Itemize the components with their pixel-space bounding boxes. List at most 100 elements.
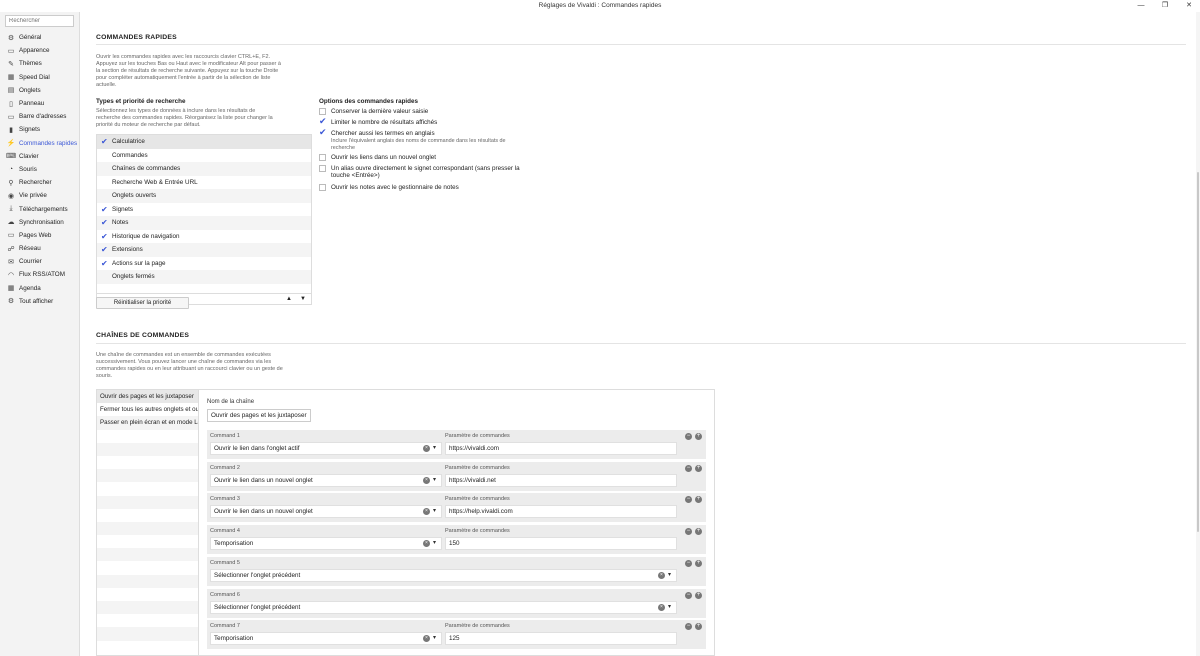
option-checkbox[interactable]: [319, 154, 326, 161]
command-select[interactable]: Ouvrir le lien dans un nouvel onglet × ▾: [210, 505, 442, 519]
sidebar-item-show-all[interactable]: ⚙ Tout afficher: [0, 295, 80, 308]
search-type-row[interactable]: Onglets fermés: [97, 270, 311, 284]
remove-command-icon[interactable]: −: [685, 623, 692, 631]
clear-icon[interactable]: ×: [423, 508, 430, 516]
add-command-icon[interactable]: +: [695, 623, 702, 631]
option-checkbox[interactable]: ✔: [319, 127, 327, 137]
checkmark-icon[interactable]: ✔: [101, 205, 108, 214]
close-button[interactable]: ✕: [1184, 1, 1194, 11]
command-chain-item[interactable]: Fermer tous les autres onglets et ouvrir: [97, 403, 198, 416]
sidebar-item-tabs[interactable]: ▤ Onglets: [0, 84, 80, 97]
command-chain-item[interactable]: Ouvrir des pages et les juxtaposer: [97, 390, 198, 404]
option-checkbox[interactable]: [319, 165, 326, 172]
checkmark-icon[interactable]: ✔: [101, 218, 108, 227]
sidebar-item-gear[interactable]: ⚙ Général: [0, 31, 80, 44]
add-command-icon[interactable]: +: [695, 591, 702, 599]
sidebar-item-speed-dial[interactable]: ▦ Speed Dial: [0, 71, 80, 84]
remove-command-icon[interactable]: −: [685, 433, 692, 440]
remove-command-icon[interactable]: −: [685, 528, 692, 536]
chevron-down-icon[interactable]: ▾: [433, 475, 436, 486]
sidebar-item-appearance[interactable]: ▭ Apparence: [0, 44, 80, 57]
clear-icon[interactable]: ×: [423, 635, 430, 643]
search-type-row[interactable]: Recherche Web & Entrée URL: [97, 176, 311, 190]
command-select[interactable]: Temporisation × ▾: [210, 632, 442, 646]
option-row[interactable]: Un alias ouvre directement le signet cor…: [319, 165, 534, 179]
command-select[interactable]: Temporisation × ▾: [210, 537, 442, 551]
remove-command-icon[interactable]: −: [685, 464, 692, 472]
sidebar-item-quick-commands[interactable]: ⚡ Commandes rapides: [0, 137, 80, 150]
add-command-icon[interactable]: +: [695, 528, 702, 536]
checkmark-icon[interactable]: ✔: [101, 137, 108, 146]
clear-icon[interactable]: ×: [658, 603, 665, 611]
sidebar-item-mouse[interactable]: ◔ Souris: [0, 163, 80, 176]
sidebar-item-mail[interactable]: ✉ Courrier: [0, 255, 80, 268]
option-row[interactable]: Ouvrir les notes avec le gestionnaire de…: [319, 184, 539, 191]
search-type-row[interactable]: ✔ Extensions: [97, 243, 311, 257]
sidebar-item-bookmark[interactable]: ▮ Signets: [0, 123, 80, 136]
chain-name-input[interactable]: Ouvrir des pages et les juxtaposer: [207, 409, 311, 422]
chevron-down-icon[interactable]: ▾: [668, 602, 671, 613]
remove-command-icon[interactable]: −: [685, 496, 692, 504]
option-row[interactable]: ✔ Chercher aussi les termes en anglais Inc…: [319, 127, 509, 151]
sidebar-item-network[interactable]: ☍ Réseau: [0, 242, 80, 255]
clear-icon[interactable]: ×: [658, 571, 665, 579]
option-checkbox[interactable]: [319, 184, 326, 191]
command-parameter-input[interactable]: 125: [445, 632, 677, 646]
checkmark-icon[interactable]: ✔: [101, 232, 108, 241]
search-type-row[interactable]: ✔ Signets: [97, 203, 311, 217]
sidebar-item-web-pages[interactable]: ▭ Pages Web: [0, 229, 80, 242]
sidebar-item-privacy[interactable]: ◉ Vie privée: [0, 189, 80, 202]
checkmark-icon[interactable]: ✔: [101, 259, 108, 268]
command-select[interactable]: Sélectionner l'onglet précédent × ▾: [210, 600, 677, 614]
minimize-button[interactable]: —: [1136, 1, 1146, 11]
sidebar-item-calendar[interactable]: ▦ Agenda: [0, 282, 80, 295]
search-type-row[interactable]: ✔ Notes: [97, 216, 311, 230]
command-parameter-input[interactable]: https://vivaldi.com: [445, 442, 677, 455]
option-row[interactable]: ✔ Limiter le nombre de résultats affichés: [319, 116, 539, 126]
command-select[interactable]: Ouvrir le lien dans l'onglet actif × ▾: [210, 442, 442, 455]
settings-search-input[interactable]: [5, 15, 74, 27]
chevron-down-icon[interactable]: ▾: [433, 633, 436, 644]
search-type-row[interactable]: ✔ Historique de navigation: [97, 230, 311, 244]
sidebar-item-sync[interactable]: ☁ Synchronisation: [0, 216, 80, 229]
sidebar-item-keyboard[interactable]: ⌨ Clavier: [0, 150, 80, 163]
add-command-icon[interactable]: +: [695, 433, 702, 440]
move-down-button[interactable]: ▼: [297, 294, 309, 304]
option-row[interactable]: Ouvrir les liens dans un nouvel onglet: [319, 154, 539, 161]
option-checkbox[interactable]: ✔: [319, 116, 327, 126]
checkmark-icon[interactable]: ✔: [101, 245, 108, 254]
chevron-down-icon[interactable]: ▾: [668, 570, 671, 581]
command-parameter-input[interactable]: 150: [445, 537, 677, 551]
vertical-scrollbar[interactable]: [1196, 12, 1200, 656]
clear-icon[interactable]: ×: [423, 476, 430, 484]
clear-icon[interactable]: ×: [423, 445, 430, 452]
sidebar-item-search[interactable]: ⚲ Rechercher: [0, 176, 80, 189]
move-up-button[interactable]: ▲: [283, 294, 295, 304]
clear-icon[interactable]: ×: [423, 540, 430, 548]
search-type-row[interactable]: Onglets ouverts: [97, 189, 311, 203]
add-command-icon[interactable]: +: [695, 464, 702, 472]
command-select[interactable]: Sélectionner l'onglet précédent × ▾: [210, 568, 677, 582]
scrollbar-thumb[interactable]: [1197, 172, 1199, 532]
reset-priority-button[interactable]: Réinitialiser la priorité: [96, 297, 189, 309]
option-row[interactable]: Conserver la dernière valeur saisie: [319, 108, 539, 115]
search-type-row[interactable]: Commandes: [97, 149, 311, 163]
add-command-icon[interactable]: +: [695, 496, 702, 504]
chevron-down-icon[interactable]: ▾: [433, 506, 436, 517]
add-command-icon[interactable]: +: [695, 559, 702, 567]
remove-command-icon[interactable]: −: [685, 591, 692, 599]
command-select[interactable]: Ouvrir le lien dans un nouvel onglet × ▾: [210, 473, 442, 487]
sidebar-item-address-bar[interactable]: ▭ Barre d'adresses: [0, 110, 80, 123]
sidebar-item-panel[interactable]: ▯ Panneau: [0, 97, 80, 110]
remove-command-icon[interactable]: −: [685, 559, 692, 567]
option-checkbox[interactable]: [319, 108, 326, 115]
command-parameter-input[interactable]: https://vivaldi.net: [445, 473, 677, 487]
restore-button[interactable]: ❐: [1160, 1, 1170, 11]
command-parameter-input[interactable]: https://help.vivaldi.com: [445, 505, 677, 519]
chevron-down-icon[interactable]: ▾: [433, 443, 436, 454]
search-type-row[interactable]: ✔ Actions sur la page: [97, 257, 311, 271]
sidebar-item-themes[interactable]: ✎ Thèmes: [0, 57, 80, 70]
search-type-row[interactable]: Chaînes de commandes: [97, 162, 311, 176]
sidebar-item-download[interactable]: ⤓ Téléchargements: [0, 202, 80, 215]
command-chain-item[interactable]: Passer en plein écran et en mode Lecture: [97, 416, 198, 430]
